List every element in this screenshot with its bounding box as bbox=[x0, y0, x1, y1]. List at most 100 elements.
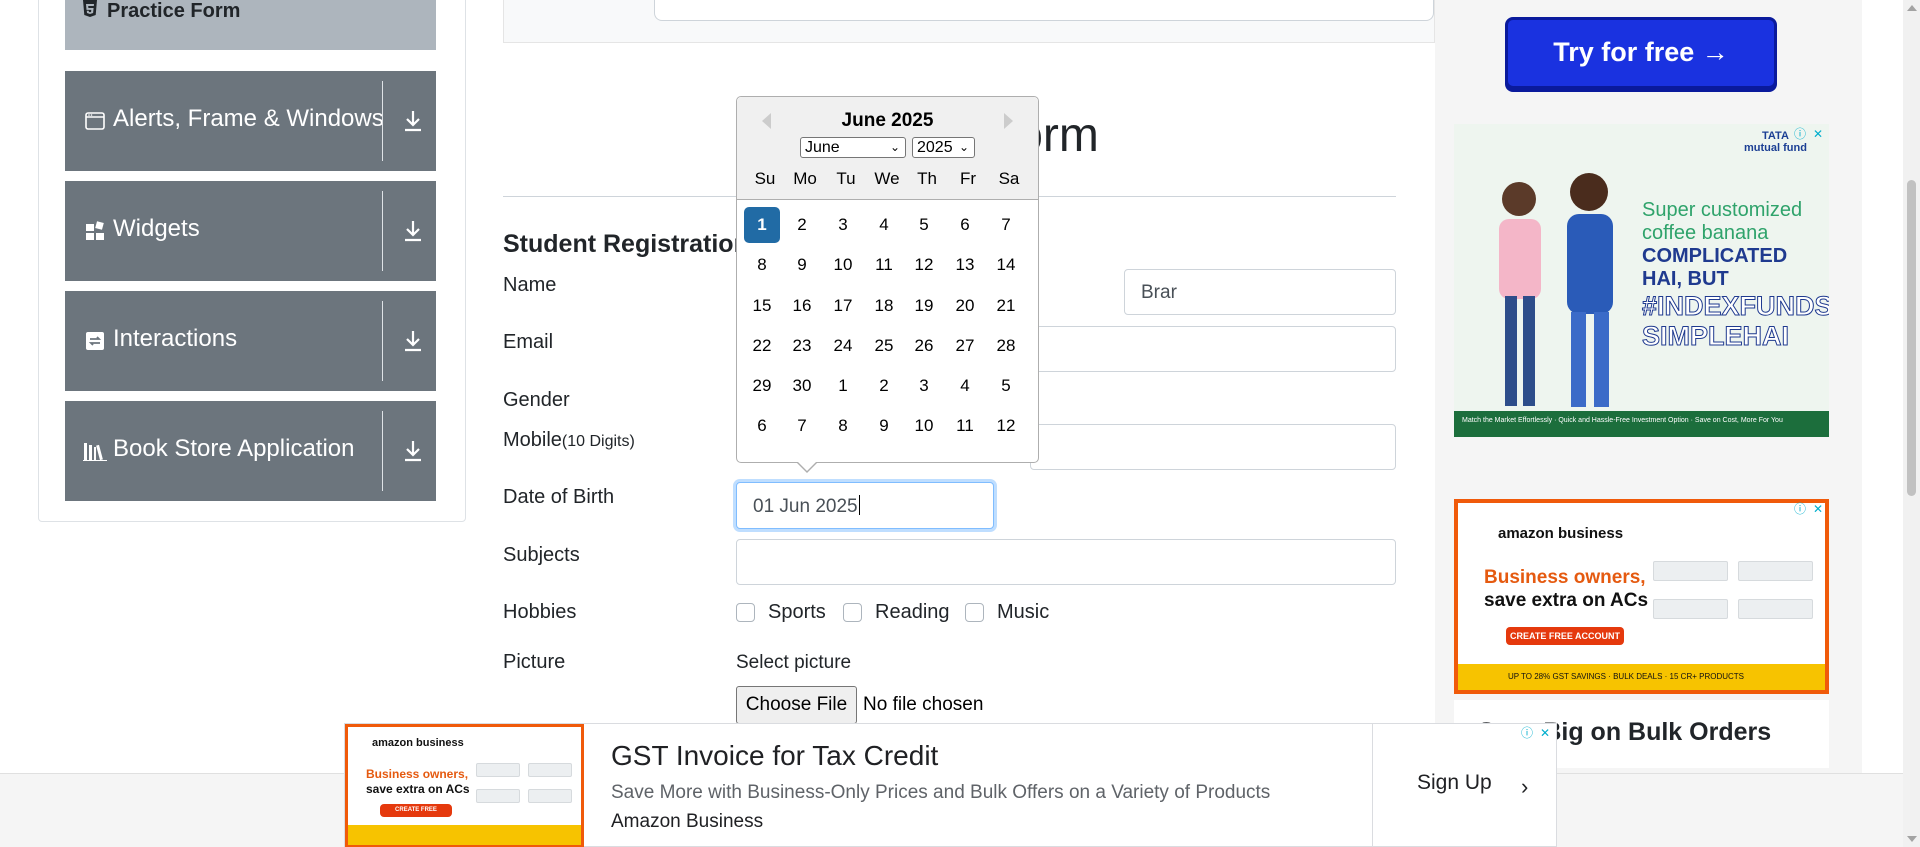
calendar-day[interactable]: 29 bbox=[744, 368, 780, 404]
ac-product-image bbox=[1653, 599, 1728, 619]
ad-info-icon[interactable]: ⓘ bbox=[1519, 725, 1535, 741]
dob-input[interactable]: 01 Jun 2025 bbox=[736, 482, 994, 529]
calendar-day[interactable]: 12 bbox=[906, 247, 942, 283]
calendar-day[interactable]: 4 bbox=[947, 368, 983, 404]
calendar-day[interactable]: 22 bbox=[744, 328, 780, 364]
calendar-day[interactable]: 8 bbox=[825, 408, 861, 444]
hobby-sports-checkbox[interactable]: Sports bbox=[736, 601, 826, 624]
calendar-day[interactable]: 3 bbox=[825, 207, 861, 243]
bottom-banner-ad[interactable]: amazon business Business owners, save ex… bbox=[344, 723, 1557, 847]
checkbox-box[interactable] bbox=[736, 603, 755, 622]
window-icon bbox=[85, 112, 105, 130]
calendar-day[interactable]: 11 bbox=[947, 408, 983, 444]
sidebar-item-book-store[interactable]: Book Store Application bbox=[65, 401, 436, 501]
scrollbar-thumb[interactable] bbox=[1907, 180, 1916, 496]
last-name-field[interactable]: Brar bbox=[1124, 269, 1396, 315]
close-icon[interactable]: ✕ bbox=[1537, 725, 1553, 741]
calendar-day[interactable]: 21 bbox=[988, 288, 1024, 324]
email-field[interactable] bbox=[1030, 326, 1396, 372]
ac-product-image bbox=[1738, 599, 1813, 619]
download-icon[interactable] bbox=[402, 439, 424, 463]
calendar-day[interactable]: 26 bbox=[906, 328, 942, 364]
ac-product-image bbox=[528, 789, 572, 803]
download-icon[interactable] bbox=[402, 109, 424, 133]
checkbox-box[interactable] bbox=[965, 603, 984, 622]
calendar-day[interactable]: 11 bbox=[866, 247, 902, 283]
calendar-day[interactable]: 3 bbox=[906, 368, 942, 404]
scroll-up-icon[interactable] bbox=[1907, 5, 1917, 11]
calendar-day[interactable]: 20 bbox=[947, 288, 983, 324]
sign-up-button[interactable]: Sign Up › bbox=[1372, 724, 1557, 847]
calendar-day[interactable]: 14 bbox=[988, 247, 1024, 283]
ad-info-icon[interactable]: ⓘ bbox=[1792, 126, 1808, 142]
ad-footer-strip: UP TO 28% GST SAVINGS · BULK DEALS · 15 … bbox=[1458, 664, 1825, 690]
calendar-day[interactable]: 6 bbox=[947, 207, 983, 243]
text-caret bbox=[858, 495, 860, 515]
amazon-business-side-ad[interactable]: amazon business Business owners, save ex… bbox=[1454, 499, 1829, 694]
calendar-day[interactable]: 17 bbox=[825, 288, 861, 324]
ad-info-icon[interactable]: ⓘ bbox=[1792, 501, 1808, 517]
calendar-day[interactable]: 4 bbox=[866, 207, 902, 243]
gender-label: Gender bbox=[503, 389, 570, 411]
calendar-day[interactable]: 7 bbox=[988, 207, 1024, 243]
calendar-day[interactable]: 24 bbox=[825, 328, 861, 364]
datepicker-popup: June 2025 June ⌄ 2025 ⌄ Su Mo Tu We Th Fr … bbox=[736, 96, 1039, 473]
calendar-day[interactable]: 25 bbox=[866, 328, 902, 364]
calendar-day[interactable]: 15 bbox=[744, 288, 780, 324]
calendar-day[interactable]: 2 bbox=[866, 368, 902, 404]
calendar-day[interactable]: 9 bbox=[866, 408, 902, 444]
calendar-day[interactable]: 12 bbox=[988, 408, 1024, 444]
subjects-input[interactable] bbox=[736, 539, 1396, 585]
scroll-down-icon[interactable] bbox=[1907, 836, 1917, 842]
calendar-day[interactable]: 23 bbox=[784, 328, 820, 364]
calendar-day[interactable]: 1 bbox=[744, 207, 780, 243]
calendar-day[interactable]: 5 bbox=[988, 368, 1024, 404]
year-select[interactable]: 2025 ⌄ bbox=[912, 137, 975, 158]
close-icon[interactable]: ✕ bbox=[1810, 126, 1826, 142]
next-month-icon[interactable] bbox=[1004, 113, 1013, 129]
tata-mutual-fund-ad[interactable]: TATA mutual fund Super customized coffee … bbox=[1454, 124, 1829, 437]
month-select[interactable]: June ⌄ bbox=[800, 137, 906, 158]
calendar-day[interactable]: 10 bbox=[825, 247, 861, 283]
interactions-icon bbox=[86, 332, 104, 350]
calendar-day[interactable]: 10 bbox=[906, 408, 942, 444]
mobile-field[interactable] bbox=[1030, 424, 1396, 470]
ac-product-image bbox=[1738, 561, 1813, 581]
chevron-right-icon: › bbox=[1521, 774, 1529, 799]
checkbox-box[interactable] bbox=[843, 603, 862, 622]
calendar-day[interactable]: 7 bbox=[784, 408, 820, 444]
choose-file-button[interactable]: Choose File bbox=[736, 686, 857, 724]
vertical-scrollbar[interactable] bbox=[1903, 0, 1920, 847]
create-account-button[interactable]: CREATE FREE ACCOUNT bbox=[1506, 627, 1624, 645]
download-icon[interactable] bbox=[402, 219, 424, 243]
calendar-day[interactable]: 13 bbox=[947, 247, 983, 283]
calendar-day[interactable]: 9 bbox=[784, 247, 820, 283]
calendar-day[interactable]: 19 bbox=[906, 288, 942, 324]
sidebar-item-alerts[interactable]: Alerts, Frame & Windows bbox=[65, 71, 436, 171]
try-for-free-button[interactable]: Try for free → bbox=[1505, 17, 1777, 89]
close-icon[interactable]: ✕ bbox=[1810, 501, 1826, 517]
calendar-day[interactable]: 27 bbox=[947, 328, 983, 364]
calendar-day[interactable]: 6 bbox=[744, 408, 780, 444]
year-select-value: 2025 bbox=[917, 139, 953, 156]
calendar-day[interactable]: 16 bbox=[784, 288, 820, 324]
ad-headline[interactable]: GST Invoice for Tax Credit bbox=[611, 740, 938, 772]
calendar-day[interactable]: 18 bbox=[866, 288, 902, 324]
thumb-cta-button: CREATE FREE ACCOUNT bbox=[380, 804, 452, 826]
weekday-label: Sa bbox=[998, 169, 1020, 188]
calendar-day[interactable]: 30 bbox=[784, 368, 820, 404]
sidebar-item-interactions[interactable]: Interactions bbox=[65, 291, 436, 391]
page-root: { "sidebar": { "practice_form": "Practic… bbox=[0, 0, 1920, 847]
calendar-day[interactable]: 2 bbox=[784, 207, 820, 243]
calendar-day[interactable]: 28 bbox=[988, 328, 1024, 364]
sidebar-item-practice-form[interactable]: Practice Form bbox=[65, 0, 436, 50]
download-icon[interactable] bbox=[402, 329, 424, 353]
sidebar-item-label: Widgets bbox=[113, 215, 200, 242]
hobby-reading-checkbox[interactable]: Reading bbox=[843, 601, 950, 624]
calendar-day[interactable]: 1 bbox=[825, 368, 861, 404]
hobby-music-checkbox[interactable]: Music bbox=[965, 601, 1049, 624]
divider bbox=[382, 81, 383, 161]
sidebar-item-widgets[interactable]: Widgets bbox=[65, 181, 436, 281]
calendar-day[interactable]: 5 bbox=[906, 207, 942, 243]
calendar-day[interactable]: 8 bbox=[744, 247, 780, 283]
